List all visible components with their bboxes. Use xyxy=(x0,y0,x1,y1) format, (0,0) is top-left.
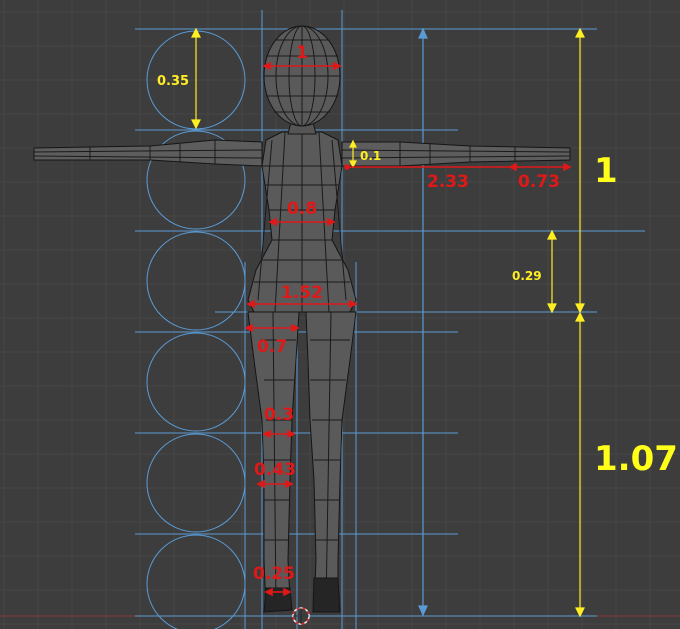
right-leg xyxy=(305,311,357,611)
thigh-width-label: 0.7 xyxy=(257,337,287,357)
guide-lines xyxy=(135,10,645,629)
head-unit-circle xyxy=(146,534,246,629)
3d-cursor-icon[interactable] xyxy=(292,607,310,625)
shoulder-offset-label: 0.1 xyxy=(360,149,381,163)
arm-length-label: 2.33 xyxy=(427,172,469,192)
head-width-label: 1 xyxy=(296,43,308,63)
head-unit-circle xyxy=(146,332,246,432)
hand-length-label: 0.73 xyxy=(518,172,560,192)
blender-viewport[interactable]: 1 0.35 0.1 2.33 0.73 1 0.8 0.29 1.52 0.7… xyxy=(0,0,680,629)
calf-width-label: 0.43 xyxy=(254,460,296,480)
waist-width-label: 0.8 xyxy=(287,199,317,219)
head-circle-height-label: 0.35 xyxy=(157,74,189,89)
upper-body-scale-label: 1 xyxy=(594,151,618,191)
head-unit-circle xyxy=(146,433,246,533)
ankle-width-label: 0.25 xyxy=(253,564,295,584)
head-unit-circle xyxy=(146,231,246,331)
knee-width-label: 0.3 xyxy=(264,405,294,425)
hip-height-label: 0.29 xyxy=(512,269,542,283)
right-foot xyxy=(312,577,341,613)
hip-width-label: 1.52 xyxy=(281,283,323,303)
measurement-labels: 1 0.35 0.1 2.33 0.73 1 0.8 0.29 1.52 0.7… xyxy=(157,43,678,584)
total-height-arrow xyxy=(418,27,428,617)
left-arm xyxy=(33,139,263,167)
leg-scale-label: 1.07 xyxy=(594,439,678,479)
